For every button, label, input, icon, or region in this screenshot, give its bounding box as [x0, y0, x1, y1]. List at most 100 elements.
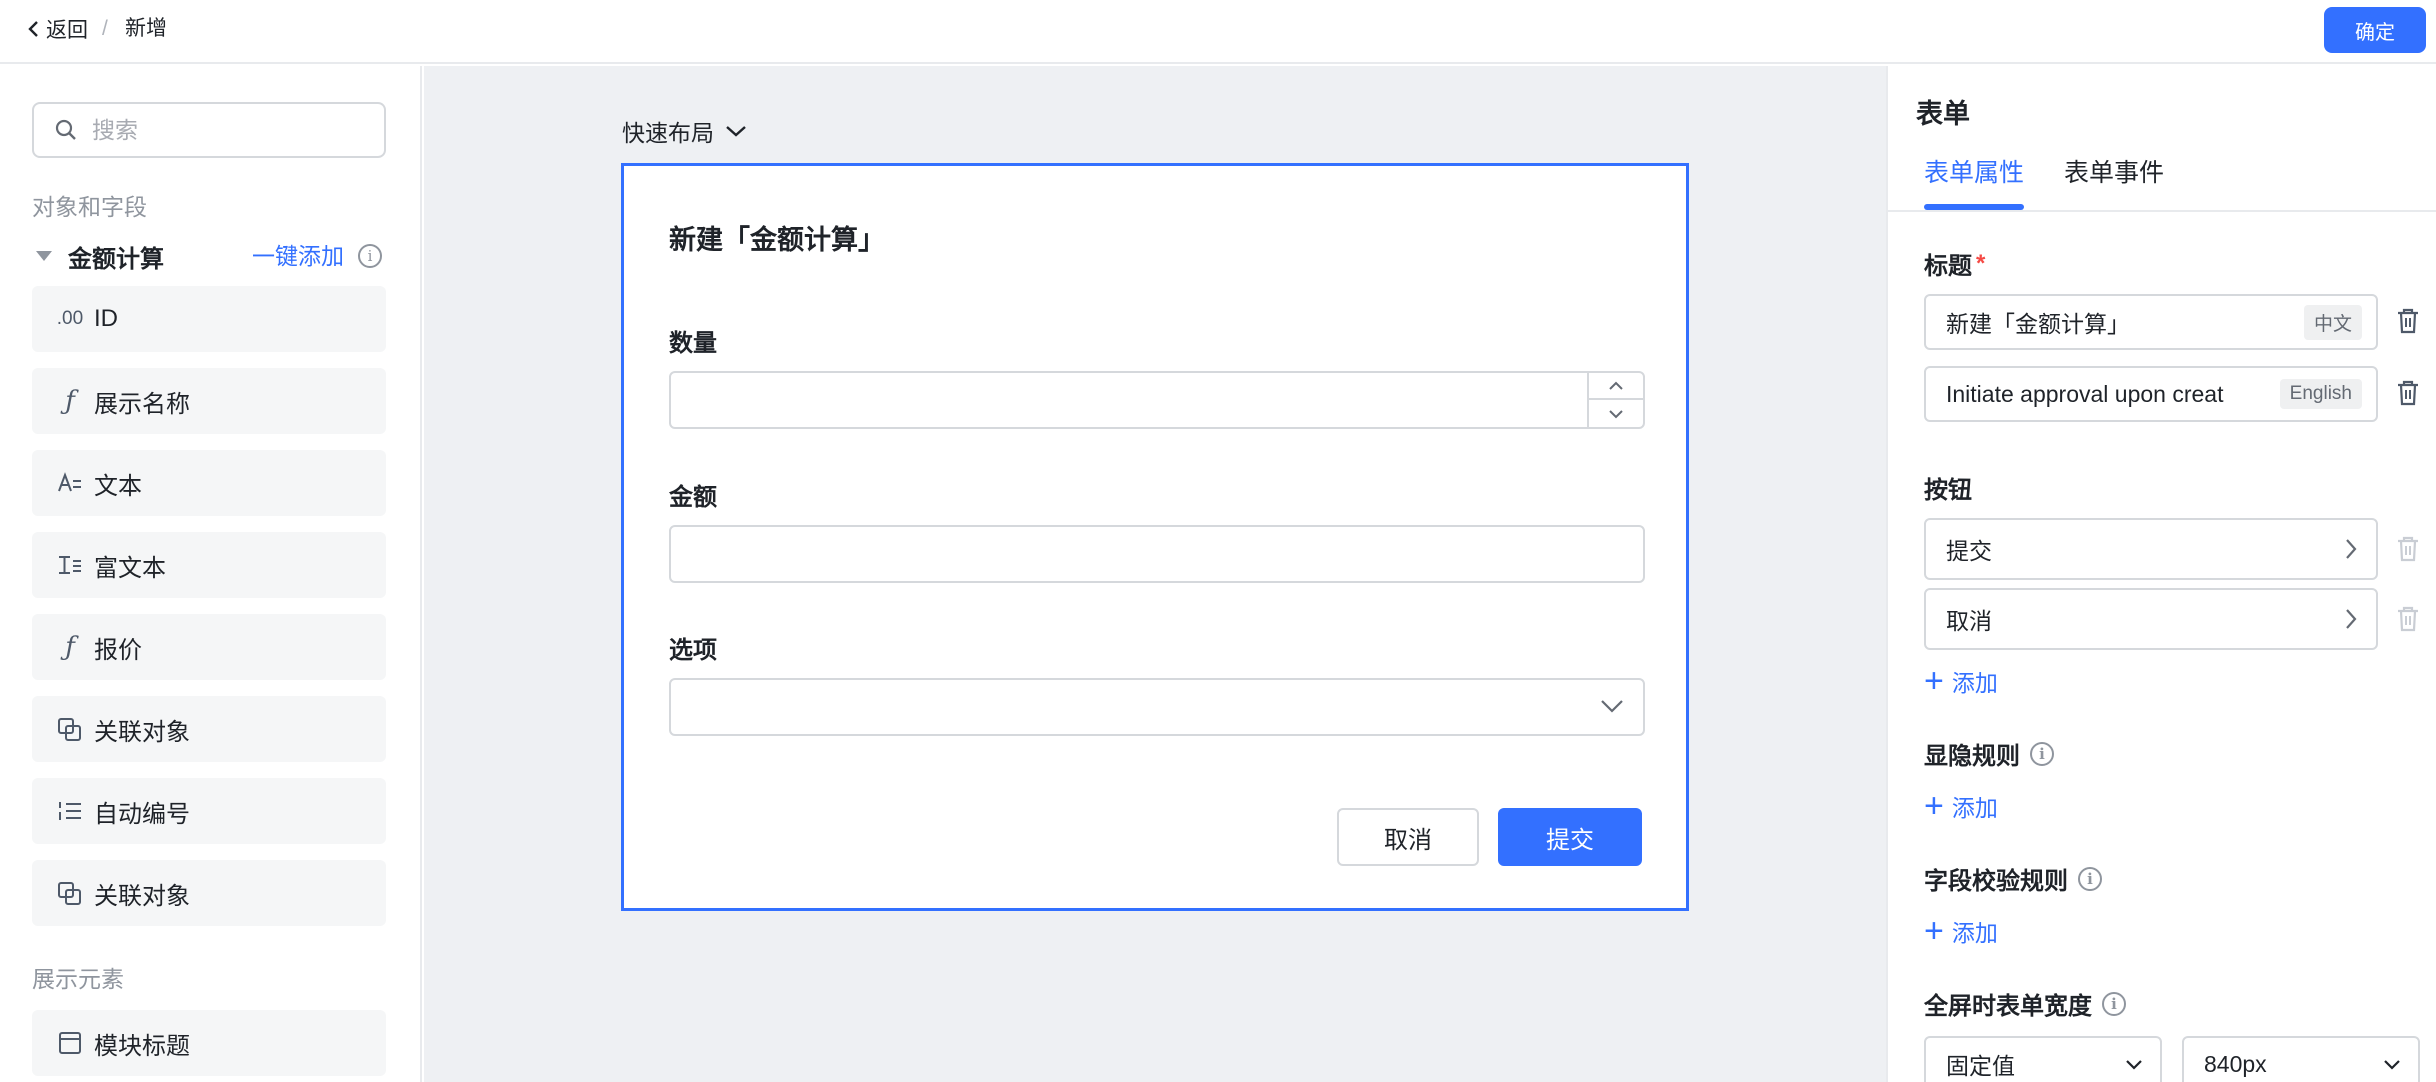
title-label-text: 标题: [1924, 253, 1972, 280]
trash-icon: [2398, 606, 2418, 632]
field-item-label: 报价: [94, 636, 142, 664]
amount-input[interactable]: [669, 525, 1645, 583]
chevron-down-icon: [2384, 1060, 2400, 1070]
tab-form-events[interactable]: 表单事件: [2064, 152, 2164, 194]
button-config-label: 取消: [1946, 608, 1992, 634]
section-label-objects: 对象和字段: [32, 194, 147, 220]
chevron-down-icon: [2126, 1060, 2142, 1070]
field-item-auto-number[interactable]: 自动编号: [32, 778, 386, 844]
chevron-up-icon: [1609, 381, 1623, 390]
formula-icon: ƒ: [65, 632, 75, 662]
info-icon[interactable]: i: [358, 244, 382, 268]
field-label-quantity: 数量: [669, 330, 717, 357]
tab-form-properties[interactable]: 表单属性: [1924, 152, 2024, 194]
field-library-panel: 对象和字段 金额计算 一键添加 i .00 ID ƒ 展示名称 文本 富文本 ƒ…: [0, 66, 422, 1082]
quantity-stepper[interactable]: [669, 371, 1645, 429]
section-label-display: 展示元素: [32, 966, 124, 992]
plus-icon: +: [1924, 787, 1944, 825]
title-input-en[interactable]: Initiate approval upon creat English: [1924, 366, 2378, 422]
text-icon: [56, 469, 84, 497]
form-title: 新建「金额计算」: [669, 225, 885, 255]
form-submit-button[interactable]: 提交: [1498, 808, 1642, 866]
validation-rules-label: 字段校验规则 i: [1924, 861, 2102, 896]
field-item-id[interactable]: .00 ID: [32, 286, 386, 352]
required-mark: *: [1976, 249, 1986, 277]
back-button[interactable]: 返回: [26, 14, 88, 44]
auto-number-icon: [56, 797, 84, 825]
button-config-label: 提交: [1946, 538, 1992, 564]
language-tag: English: [2279, 379, 2362, 409]
confirm-button[interactable]: 确定: [2324, 7, 2426, 53]
lookup-icon: [56, 879, 84, 907]
object-group-header[interactable]: 金额计算 一键添加 i: [32, 238, 392, 274]
option-select[interactable]: [669, 678, 1645, 736]
breadcrumb-separator: /: [102, 17, 108, 40]
language-tag: 中文: [2303, 304, 2362, 340]
panel-title: 表单: [1916, 99, 1970, 129]
info-icon[interactable]: i: [2102, 991, 2126, 1016]
fullscreen-width-label: 全屏时表单宽度 i: [1924, 986, 2126, 1021]
width-mode-select[interactable]: 固定值: [1924, 1036, 2162, 1082]
button-config-submit[interactable]: 提交: [1924, 518, 2378, 580]
properties-panel: 表单 表单属性 表单事件 标题 * 新建「金额计算」 中文 Initiate a…: [1886, 66, 2436, 1082]
plus-icon: +: [1924, 912, 1944, 950]
display-item-block-title[interactable]: 模块标题: [32, 1010, 386, 1076]
quick-layout-label: 快速布局: [622, 120, 714, 146]
field-item-label: 展示名称: [94, 390, 190, 418]
form-cancel-button[interactable]: 取消: [1337, 808, 1479, 866]
field-item-quote[interactable]: ƒ 报价: [32, 614, 386, 680]
trash-icon[interactable]: [2394, 306, 2422, 336]
fullscreen-width-text: 全屏时表单宽度: [1924, 993, 2092, 1020]
field-item-label: 文本: [94, 472, 142, 500]
add-button-link[interactable]: + 添加: [1924, 664, 1998, 698]
top-bar: 返回 / 新增 确定: [0, 0, 2436, 64]
chevron-right-icon: [2346, 539, 2357, 559]
add-label: 添加: [1951, 920, 1998, 946]
search-input[interactable]: [92, 116, 352, 144]
field-item-label: 富文本: [94, 554, 166, 582]
block-title-icon: [56, 1029, 84, 1057]
search-icon: [55, 119, 76, 140]
visibility-rules-label: 显隐规则 i: [1924, 736, 2054, 771]
trash-icon: [2398, 536, 2418, 562]
field-item-display-name[interactable]: ƒ 展示名称: [32, 368, 386, 434]
lookup-icon: [56, 715, 84, 743]
field-item-lookup[interactable]: 关联对象: [32, 696, 386, 762]
stepper-down-button[interactable]: [1589, 400, 1643, 427]
form-preview-card[interactable]: 新建「金额计算」 数量 金额 选项 取消 提交: [621, 163, 1689, 911]
add-visibility-rule-link[interactable]: + 添加: [1924, 789, 1998, 823]
display-item-label: 模块标题: [94, 1032, 190, 1060]
field-item-lookup-2[interactable]: 关联对象: [32, 860, 386, 926]
field-item-label: 自动编号: [94, 800, 190, 828]
field-item-label: ID: [94, 305, 118, 332]
width-value-select[interactable]: 840px: [2182, 1036, 2420, 1082]
field-label-amount: 金额: [669, 484, 717, 511]
plus-icon: +: [1924, 662, 1944, 700]
title-input-zh[interactable]: 新建「金额计算」 中文: [1924, 294, 2378, 350]
button-config-cancel[interactable]: 取消: [1924, 588, 2378, 650]
add-label: 添加: [1951, 670, 1998, 696]
field-item-text[interactable]: 文本: [32, 450, 386, 516]
info-icon[interactable]: i: [2030, 741, 2054, 766]
back-label: 返回: [46, 19, 88, 42]
property-tabs: 表单属性 表单事件: [1888, 152, 2436, 212]
search-box[interactable]: [32, 102, 386, 158]
chevron-right-icon: [2346, 609, 2357, 629]
stepper-up-button[interactable]: [1589, 373, 1643, 400]
buttons-label: 按钮: [1924, 477, 1972, 504]
trash-icon[interactable]: [2394, 378, 2422, 408]
caret-down-icon: [36, 251, 52, 261]
visibility-rules-text: 显隐规则: [1924, 743, 2020, 770]
info-icon[interactable]: i: [2078, 866, 2102, 891]
form-canvas: 快速布局 新建「金额计算」 数量 金额 选项 取消 提交: [424, 66, 1886, 1082]
add-validation-rule-link[interactable]: + 添加: [1924, 914, 1998, 948]
add-all-link[interactable]: 一键添加: [252, 238, 344, 274]
rich-text-icon: [56, 551, 84, 579]
field-item-label: 关联对象: [94, 882, 190, 910]
chevron-down-icon: [1609, 409, 1623, 418]
field-item-rich-text[interactable]: 富文本: [32, 532, 386, 598]
object-group-name: 金额计算: [68, 245, 164, 273]
field-item-label: 关联对象: [94, 718, 190, 746]
quick-layout-dropdown[interactable]: 快速布局: [622, 114, 748, 148]
chevron-left-icon: [28, 21, 38, 37]
